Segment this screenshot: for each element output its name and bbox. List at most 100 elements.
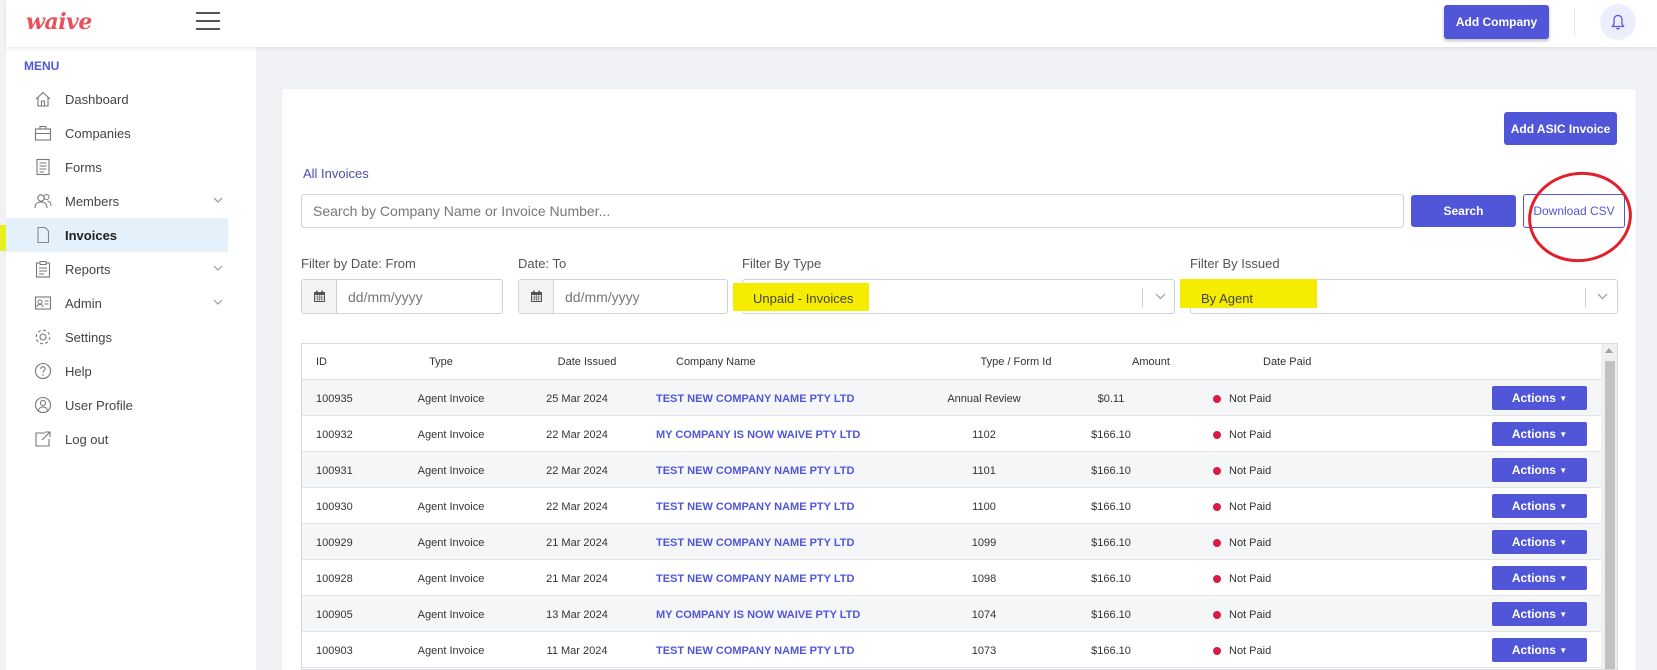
- sidebar-item-label: Admin: [65, 295, 102, 311]
- invoice-id: 100905: [316, 609, 353, 621]
- company-name-link[interactable]: TEST NEW COMPANY NAME PTY LTD: [656, 465, 854, 477]
- invoice-id: 100903: [316, 645, 353, 657]
- status-dot-icon: [1213, 647, 1221, 655]
- scrollbar-thumb[interactable]: [1605, 361, 1615, 669]
- sidebar-item-dashboard[interactable]: Dashboard: [6, 82, 256, 116]
- amount: $166.10: [1091, 537, 1131, 549]
- logout-icon: [35, 431, 51, 447]
- sidebar-item-label: Help: [65, 363, 92, 379]
- caret-down-icon: ▼: [1559, 502, 1568, 511]
- actions-label: Actions: [1511, 571, 1556, 585]
- calendar-icon[interactable]: [302, 280, 337, 313]
- actions-button[interactable]: Actions ▼: [1492, 386, 1587, 410]
- sidebar-item-label: Members: [65, 193, 120, 209]
- calendar-icon[interactable]: [519, 280, 554, 313]
- sidebar-item-label: Settings: [65, 329, 112, 345]
- actions-button[interactable]: Actions ▼: [1492, 530, 1587, 554]
- column-header[interactable]: Amount: [1132, 356, 1170, 368]
- sidebar-item-label: Reports: [65, 261, 111, 277]
- chevron-down-icon: [213, 197, 223, 203]
- invoice-type: Agent Invoice: [417, 645, 485, 657]
- column-header[interactable]: Type / Form Id: [981, 356, 1052, 368]
- actions-button[interactable]: Actions ▼: [1492, 458, 1587, 482]
- sidebar-item-invoices[interactable]: Invoices: [6, 218, 228, 252]
- filter-type-value: Unpaid - Invoices: [753, 291, 854, 306]
- actions-button[interactable]: Actions ▼: [1492, 638, 1587, 662]
- status-badge: Not Paid: [1213, 465, 1271, 477]
- help-icon: [34, 362, 52, 380]
- sidebar-item-reports[interactable]: Reports: [6, 252, 256, 286]
- company-name-link[interactable]: MY COMPANY IS NOW WAIVE PTY LTD: [656, 429, 860, 441]
- date-issued: 21 Mar 2024: [546, 573, 608, 585]
- date-from-input[interactable]: [337, 280, 487, 313]
- form-id: 1074: [971, 609, 997, 621]
- actions-label: Actions: [1511, 391, 1556, 405]
- status-badge: Not Paid: [1213, 393, 1271, 405]
- waive-logo[interactable]: waive: [26, 9, 92, 35]
- form-id: 1101: [972, 465, 996, 477]
- table-row: 100905 Agent Invoice 13 Mar 2024 MY COMPANY…: [302, 596, 1602, 632]
- actions-button[interactable]: Actions ▼: [1492, 422, 1587, 446]
- invoice-type: Agent Invoice: [417, 609, 485, 621]
- sidebar-item-forms[interactable]: Forms: [6, 150, 256, 184]
- download-csv-button[interactable]: Download CSV: [1523, 194, 1625, 228]
- table-scrollbar[interactable]: [1601, 344, 1617, 669]
- actions-label: Actions: [1511, 427, 1556, 441]
- sidebar-item-label: Forms: [65, 159, 102, 175]
- column-header[interactable]: Company Name: [676, 356, 755, 368]
- filter-date-from-label: Filter by Date: From: [301, 256, 416, 271]
- sidebar-item-companies[interactable]: Companies: [6, 116, 256, 150]
- scroll-up-arrow-icon[interactable]: [1605, 348, 1613, 353]
- actions-button[interactable]: Actions ▼: [1492, 602, 1587, 626]
- notification-bell-icon[interactable]: [1600, 4, 1636, 40]
- sidebar-item-user-profile[interactable]: User Profile: [6, 388, 256, 422]
- status-dot-icon: [1213, 611, 1221, 619]
- sidebar-item-members[interactable]: Members: [6, 184, 256, 218]
- hamburger-menu-icon[interactable]: [196, 12, 220, 30]
- column-header[interactable]: Date Issued: [558, 356, 617, 368]
- date-from-field[interactable]: [301, 279, 503, 314]
- add-company-button[interactable]: Add Company: [1444, 5, 1549, 39]
- add-asic-invoice-button[interactable]: Add ASIC Invoice: [1504, 112, 1617, 145]
- company-name-link[interactable]: TEST NEW COMPANY NAME PTY LTD: [656, 501, 854, 513]
- date-issued: 25 Mar 2024: [546, 393, 608, 405]
- caret-down-icon: ▼: [1559, 466, 1568, 475]
- company-name-link[interactable]: MY COMPANY IS NOW WAIVE PTY LTD: [656, 609, 860, 621]
- status-text: Not Paid: [1229, 501, 1272, 513]
- actions-button[interactable]: Actions ▼: [1492, 494, 1587, 518]
- sidebar-item-help[interactable]: Help: [6, 354, 256, 388]
- search-button[interactable]: Search: [1411, 195, 1516, 227]
- actions-button[interactable]: Actions ▼: [1492, 566, 1587, 590]
- select-separator: [1142, 288, 1143, 307]
- date-to-input[interactable]: [554, 280, 704, 313]
- search-input[interactable]: [301, 194, 1404, 228]
- status-badge: Not Paid: [1213, 573, 1271, 585]
- company-name-link[interactable]: TEST NEW COMPANY NAME PTY LTD: [656, 645, 854, 657]
- amount: $166.10: [1091, 609, 1131, 621]
- status-badge: Not Paid: [1213, 501, 1271, 513]
- invoice-id: 100931: [316, 465, 353, 477]
- invoice-id: 100932: [316, 429, 353, 441]
- date-to-field[interactable]: [518, 279, 728, 314]
- status-badge: Not Paid: [1213, 609, 1271, 621]
- filter-issued-value: By Agent: [1201, 291, 1254, 306]
- chevron-down-icon: [213, 265, 223, 271]
- sidebar-item-settings[interactable]: Settings: [6, 320, 256, 354]
- sidebar-item-admin[interactable]: Admin: [6, 286, 256, 320]
- form-id: 1102: [972, 429, 996, 441]
- company-name-link[interactable]: TEST NEW COMPANY NAME PTY LTD: [656, 573, 854, 585]
- company-name-link[interactable]: TEST NEW COMPANY NAME PTY LTD: [656, 393, 854, 405]
- date-issued: 11 Mar 2024: [546, 645, 608, 657]
- column-header[interactable]: Type: [429, 356, 453, 368]
- company-name-link[interactable]: TEST NEW COMPANY NAME PTY LTD: [656, 537, 854, 549]
- status-dot-icon: [1213, 539, 1221, 547]
- top-bar: waive Add Company: [6, 0, 1657, 47]
- sidebar-item-log-out[interactable]: Log out: [6, 422, 256, 456]
- home-icon: [35, 91, 51, 107]
- filter-date-to-label: Date: To: [518, 256, 567, 271]
- status-text: Not Paid: [1229, 465, 1272, 477]
- column-header[interactable]: ID: [316, 356, 327, 368]
- amount: $166.10: [1091, 429, 1131, 441]
- actions-label: Actions: [1511, 499, 1556, 513]
- column-header[interactable]: Date Paid: [1263, 356, 1311, 368]
